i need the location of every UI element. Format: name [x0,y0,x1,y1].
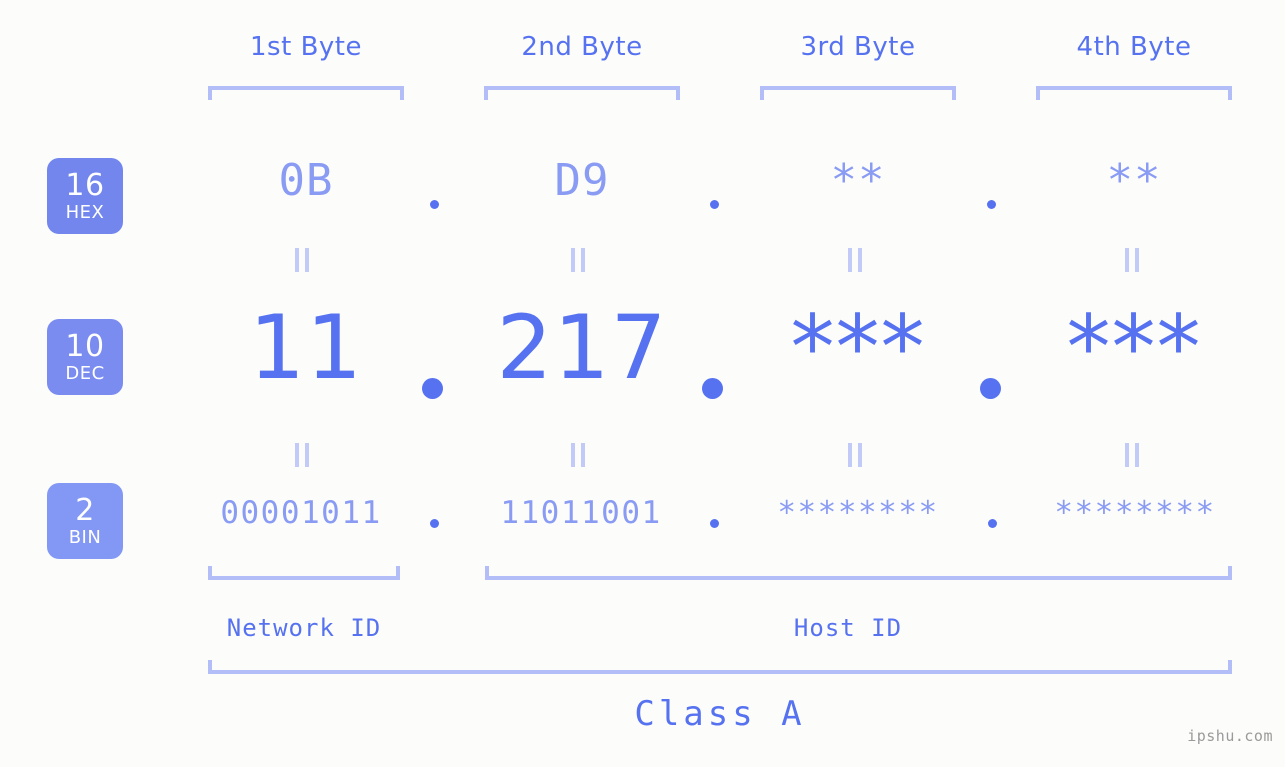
dec-dot-separator-1 [422,378,443,399]
ip-address-breakdown-diagram: 1st Byte 2nd Byte 3rd Byte 4th Byte 16 H… [0,0,1285,767]
bin-byte-4: ******** [1054,495,1216,531]
bin-byte-2: 11011001 [500,495,662,531]
equals-mark-hex-dec-2 [568,248,588,272]
network-id-bracket [208,566,400,580]
byte-header-2: 2nd Byte [521,32,643,62]
hex-byte-1: 0B [278,155,334,206]
base-badge-hex-number: 16 [65,167,105,203]
base-badge-hex-tag: HEX [65,201,105,223]
bin-byte-1: 00001011 [220,495,382,531]
dec-byte-4: *** [1066,296,1202,399]
equals-mark-dec-bin-4 [1122,443,1142,467]
base-badge-dec-number: 10 [65,328,105,364]
hex-byte-3: ** [830,155,886,206]
equals-mark-dec-bin-3 [845,443,865,467]
dec-byte-1: 11 [249,296,363,399]
host-id-bracket [485,566,1232,580]
network-id-label: Network ID [226,614,382,642]
host-id-label: Host ID [793,614,903,642]
byte-header-3: 3rd Byte [800,32,916,62]
hex-dot-separator-1 [430,200,439,209]
class-label: Class A [634,694,806,734]
base-badge-dec: 10 DEC [47,319,123,395]
base-badge-bin-tag: BIN [68,526,102,548]
base-badge-hex: 16 HEX [47,158,123,234]
byte-bracket-3 [760,86,956,100]
class-bracket [208,660,1232,674]
base-badge-bin: 2 BIN [47,483,123,559]
equals-mark-dec-bin-1 [292,443,312,467]
equals-mark-dec-bin-2 [568,443,588,467]
bin-dot-separator-2 [710,519,719,528]
dec-dot-separator-3 [980,378,1001,399]
byte-header-1: 1st Byte [250,32,362,62]
hex-byte-2: D9 [554,155,610,206]
dec-byte-2: 217 [496,296,668,399]
byte-bracket-2 [484,86,680,100]
base-badge-dec-tag: DEC [65,362,105,384]
equals-mark-hex-dec-1 [292,248,312,272]
base-badge-bin-number: 2 [75,492,95,528]
equals-mark-hex-dec-3 [845,248,865,272]
bin-dot-separator-1 [430,519,439,528]
site-watermark: ipshu.com [1187,727,1273,745]
hex-dot-separator-2 [710,200,719,209]
hex-byte-4: ** [1106,155,1162,206]
byte-bracket-4 [1036,86,1232,100]
bin-dot-separator-3 [988,519,997,528]
dec-dot-separator-2 [702,378,723,399]
dec-byte-3: *** [790,296,926,399]
byte-bracket-1 [208,86,404,100]
equals-mark-hex-dec-4 [1122,248,1142,272]
byte-header-4: 4th Byte [1076,32,1192,62]
hex-dot-separator-3 [987,200,996,209]
bin-byte-3: ******** [777,495,939,531]
